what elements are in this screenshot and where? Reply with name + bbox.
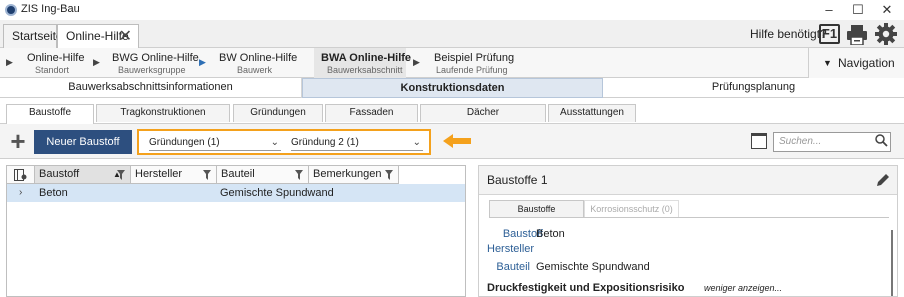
help-text: Hilfe benötigt? [750, 27, 827, 41]
search-input[interactable]: Suchen... [773, 132, 891, 152]
breadcrumb-subtitle: Bauwerksgruppe [118, 65, 186, 75]
section-tabs: Bauwerksabschnittsinformationen Konstruk… [0, 78, 904, 98]
chevron-down-icon: ⌄ [270, 137, 279, 148]
close-window-button[interactable]: ✕ [872, 0, 902, 20]
breadcrumb-subtitle: Bauwerk [237, 65, 273, 75]
printer-icon[interactable] [846, 25, 868, 45]
breadcrumb-title: Beispiel Prüfung [434, 52, 515, 64]
breadcrumb-bauwerksabschnitt[interactable]: BWA Online-Hilfe Bauwerksabschnitt [314, 48, 411, 78]
chevron-down-icon: ⌄ [412, 137, 421, 148]
filter-icon[interactable] [295, 170, 303, 180]
detail-title: Baustoffe 1 [487, 173, 548, 187]
window-title: ZIS Ing-Bau [21, 3, 80, 15]
breadcrumb-subtitle: Bauwerksabschnitt [327, 65, 403, 75]
cell-baustoff: Beton [39, 187, 68, 199]
filter-gruendungen-select[interactable]: Gründungen (1) ⌄ [149, 135, 281, 151]
chevron-right-icon: ▶ [93, 57, 100, 67]
tab-startseite[interactable]: Startseite [3, 24, 63, 48]
column-label: Baustoff [39, 168, 80, 180]
minimize-button[interactable]: – [814, 0, 844, 20]
filter-icon[interactable] [203, 170, 211, 180]
breadcrumb-title: BWA Online-Hilfe [321, 52, 412, 64]
column-header-hersteller[interactable]: Hersteller [131, 166, 217, 184]
section-title: Druckfestigkeit und Expositionsrisiko [487, 282, 685, 294]
detail-header: Baustoffe 1 [479, 166, 897, 195]
detail-tab-baustoffe[interactable]: Baustoffe [489, 200, 584, 217]
detail-tab-divider [489, 217, 889, 218]
field-value-bauteil: Gemischte Spundwand [536, 261, 650, 273]
f1-help-button[interactable]: F1 [819, 24, 840, 44]
chevron-right-icon: ▶ [413, 57, 420, 67]
breadcrumb-title: BWG Online-Hilfe [112, 52, 199, 64]
filter-icon[interactable] [385, 170, 393, 180]
detail-tab-korrosionsschutz[interactable]: Korrosionsschutz (0) [584, 200, 679, 217]
tab-online-hilfe[interactable]: Online-Hilfe ✕ [57, 24, 139, 49]
subtab-bar: Baustoffe Tragkonstruktionen Gründungen … [0, 98, 904, 124]
field-value-baustoff: Beton [536, 228, 565, 240]
maximize-button[interactable]: ☐ [843, 0, 873, 20]
arrow-left-icon [443, 134, 471, 148]
subtab-fassaden[interactable]: Fassaden [325, 104, 418, 122]
chevron-right-icon: ▶ [199, 57, 206, 67]
close-tab-icon[interactable]: ✕ [119, 26, 132, 48]
tab-label: Startseite [12, 29, 63, 43]
breadcrumb-subtitle: Laufende Prüfung [436, 65, 508, 75]
breadcrumb-subtitle: Standort [35, 65, 70, 75]
add-icon[interactable]: + [6, 128, 30, 154]
chevron-right-icon: ▶ [6, 57, 13, 67]
filter-gruendung-select[interactable]: Gründung 2 (1) ⌄ [291, 135, 423, 151]
column-label: Bemerkungen [313, 168, 382, 180]
filter-highlight-box: Gründungen (1) ⌄ Gründung 2 (1) ⌄ [137, 129, 431, 155]
cell-bauteil: Gemischte Spundwand [220, 187, 334, 199]
search-placeholder: Suchen... [779, 136, 822, 147]
field-label-baustoff: Baustoff [502, 228, 543, 240]
subtab-tragkonstruktionen[interactable]: Tragkonstruktionen [96, 104, 230, 122]
navigation-button[interactable]: ▼ Navigation [808, 48, 904, 78]
filter-value: Gründungen (1) [149, 137, 220, 148]
toggle-less-link[interactable]: weniger anzeigen... [704, 283, 782, 293]
edit-pencil-icon[interactable] [875, 172, 891, 188]
filter-icon[interactable] [117, 170, 125, 180]
baustoffe-grid: Baustoff ▲ Hersteller Bauteil Bemerkunge… [6, 165, 466, 297]
chevron-right-icon[interactable]: › [19, 184, 22, 202]
column-label: Hersteller [135, 168, 183, 180]
subtab-daecher[interactable]: Dächer [420, 104, 546, 122]
breadcrumb-standort[interactable]: ▶ Online-Hilfe Standort [0, 48, 100, 78]
column-chooser-header[interactable] [7, 166, 35, 184]
app-logo-icon [5, 4, 17, 16]
new-baustoff-button[interactable]: Neuer Baustoff [34, 130, 132, 154]
breadcrumb-bauwerksgruppe[interactable]: ▶ BWG Online-Hilfe Bauwerksgruppe [90, 48, 200, 78]
tab-bauwerksabschnittsinformationen[interactable]: Bauwerksabschnittsinformationen [0, 78, 302, 98]
column-label: Bauteil [221, 168, 255, 180]
scrollbar[interactable] [891, 230, 893, 296]
column-header-bauteil[interactable]: Bauteil [217, 166, 309, 184]
breadcrumb-laufende-pruefung[interactable]: ▶ Beispiel Prüfung Laufende Prüfung [410, 48, 530, 78]
column-header-baustoff[interactable]: Baustoff ▲ [35, 166, 131, 184]
chevron-down-icon: ▼ [823, 58, 832, 68]
column-settings-icon[interactable] [14, 169, 27, 181]
breadcrumb: ▶ Online-Hilfe Standort ▶ BWG Online-Hil… [0, 48, 904, 78]
tab-pruefungsplanung[interactable]: Prüfungsplanung [603, 78, 904, 98]
breadcrumb-title: BW Online-Hilfe [219, 52, 298, 64]
field-label-hersteller: Hersteller [487, 243, 535, 255]
breadcrumb-title: Online-Hilfe [27, 52, 85, 64]
breadcrumb-bauwerk[interactable]: ▶ BW Online-Hilfe Bauwerk [196, 48, 314, 78]
title-bar: ZIS Ing-Bau – ☐ ✕ [0, 0, 904, 20]
field-label-bauteil: Bauteil [496, 261, 530, 273]
navigation-label: Navigation [838, 56, 895, 70]
subtab-ausstattungen[interactable]: Ausstattungen [548, 104, 636, 122]
subtab-gruendungen[interactable]: Gründungen [233, 104, 323, 122]
column-header-bemerkungen[interactable]: Bemerkungen [309, 166, 399, 184]
detail-panel: Baustoffe 1 Baustoffe Korrosionsschutz (… [478, 165, 898, 297]
gear-icon[interactable] [875, 23, 897, 45]
subtab-baustoffe[interactable]: Baustoffe [6, 104, 94, 124]
search-icon[interactable] [875, 134, 888, 147]
tab-konstruktionsdaten[interactable]: Konstruktionsdaten [302, 78, 603, 98]
calendar-settings-icon[interactable] [751, 133, 767, 149]
filter-value: Gründung 2 (1) [291, 137, 359, 148]
table-row[interactable]: › Beton Gemischte Spundwand [7, 184, 465, 202]
